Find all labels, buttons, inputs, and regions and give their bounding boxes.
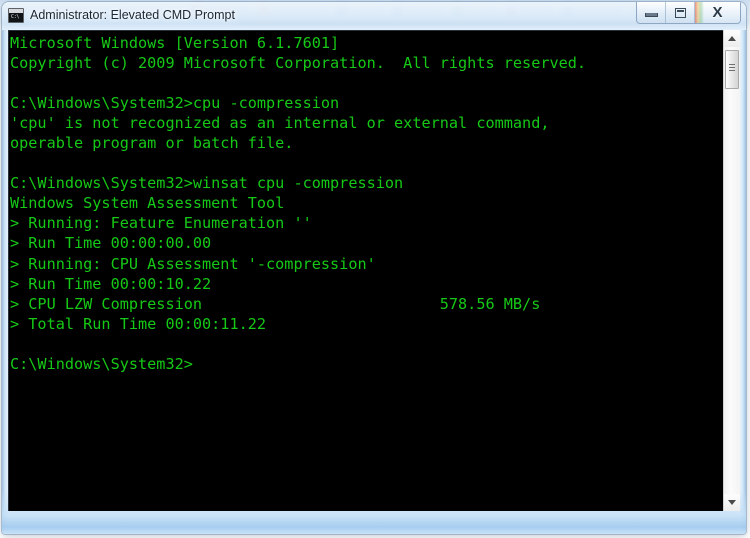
console-line: 'cpu' is not recognized as an internal o…: [10, 114, 550, 133]
scrollbar-grip-icon: [729, 64, 735, 73]
console-line: > Running: CPU Assessment '-compression': [10, 254, 376, 273]
console-line: > Running: Feature Enumeration '': [10, 214, 312, 233]
console-line: operable program or batch file.: [10, 134, 294, 153]
window-title: Administrator: Elevated CMD Prompt: [30, 8, 235, 22]
console-line: > Run Time 00:00:00.00: [10, 234, 212, 253]
window-controls[interactable]: X: [636, 2, 741, 24]
minimize-button[interactable]: [637, 2, 666, 23]
maximize-button[interactable]: [666, 2, 695, 23]
console-line: Microsoft Windows [Version 6.1.7601]: [10, 34, 340, 52]
screen: C:\ Administrator: Elevated CMD Prompt X…: [0, 0, 750, 538]
console-line: Windows System Assessment Tool: [10, 194, 285, 213]
scroll-down-arrow-icon: [728, 500, 736, 505]
console-output-area[interactable]: Microsoft Windows [Version 6.1.7601] Copy…: [8, 30, 740, 511]
console-line: > Total Run Time 00:00:11.22: [10, 314, 267, 333]
cmd-icon-prompt-glyph: C:\: [11, 14, 20, 20]
cmd-console-icon: C:\: [8, 8, 24, 23]
close-button[interactable]: X: [695, 2, 740, 23]
console-text: Microsoft Windows [Version 6.1.7601] Copy…: [10, 33, 710, 374]
console-scrollbar[interactable]: [723, 30, 740, 511]
minimize-icon: [644, 13, 658, 17]
title-bar[interactable]: C:\ Administrator: Elevated CMD Prompt X: [2, 2, 746, 30]
window-border-right: [740, 30, 746, 534]
console-line: > Run Time 00:00:10.22: [10, 274, 212, 293]
close-icon: X: [712, 4, 723, 21]
scrollbar-thumb[interactable]: [725, 50, 739, 89]
maximize-icon: [674, 7, 686, 18]
scroll-down-button[interactable]: [724, 494, 740, 511]
console-line: C:\Windows\System32>winsat cpu -compress…: [10, 174, 404, 193]
cmd-window[interactable]: C:\ Administrator: Elevated CMD Prompt X…: [2, 2, 746, 534]
console-line: C:\Windows\System32>cpu -compression: [10, 94, 340, 113]
scroll-up-arrow-icon: [728, 36, 736, 41]
console-line: C:\Windows\System32>: [10, 354, 193, 373]
scroll-up-button[interactable]: [724, 30, 740, 47]
console-line: Copyright (c) 2009 Microsoft Corporation…: [10, 54, 587, 73]
console-line: > CPU LZW Compression 578.56 MB/s: [10, 294, 541, 313]
